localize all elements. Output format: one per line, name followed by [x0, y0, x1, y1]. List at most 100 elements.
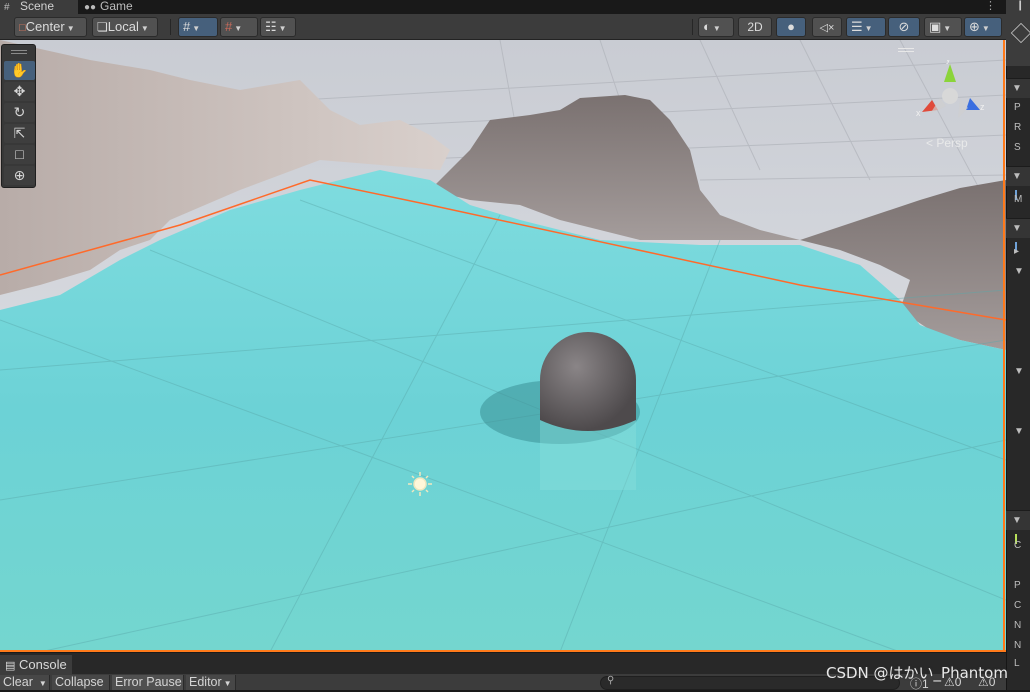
toolbar-divider	[692, 19, 693, 35]
gizmos-dropdown[interactable]: ⊕ ▼	[964, 17, 1002, 37]
scene-viewport[interactable]	[0, 40, 1006, 652]
scene-visibility-toggle[interactable]: ⊘	[888, 17, 920, 37]
inspector-field-label: P	[1014, 102, 1021, 113]
transform-icon: ⊕	[13, 167, 26, 183]
cube-icon: ❏	[97, 20, 108, 34]
rotate-tool-button[interactable]: ↻	[4, 103, 35, 122]
transform-component-header[interactable]: ▼	[1006, 78, 1030, 98]
scene-grid-icon: #	[4, 2, 10, 13]
collapse-button[interactable]: Collapse	[52, 675, 110, 690]
lightbulb-icon: ●	[787, 19, 795, 34]
cube-icon	[1010, 22, 1030, 44]
rect-tool-button[interactable]: □	[4, 145, 35, 164]
inspector-foldout[interactable]: ▸	[1006, 246, 1030, 257]
rotate-icon: ↻	[13, 104, 26, 120]
shading-sphere-icon: ◐	[703, 19, 711, 34]
inspector-header: ❙	[1006, 0, 1030, 66]
palette-grip-icon[interactable]	[11, 50, 27, 54]
gizmo-drag-handle-icon[interactable]	[898, 48, 914, 52]
chevron-down-icon: ▼	[278, 24, 287, 33]
search-icon: ⚲	[607, 675, 615, 686]
tab-game[interactable]: ●● Game	[80, 0, 160, 14]
chevron-down-icon: ▼	[981, 24, 990, 33]
clear-button[interactable]: Clear ▼	[0, 675, 50, 690]
sphere-object	[540, 332, 636, 431]
scene-lighting-toggle[interactable]: ●	[776, 17, 806, 37]
camera-icon: ▣	[929, 19, 942, 34]
pivot-mode-dropdown[interactable]: □Center ▼	[14, 17, 87, 37]
editor-label: Editor	[189, 675, 222, 689]
pivot-rotation-label: Local	[107, 19, 139, 34]
gizmo-x-label: x	[916, 108, 921, 118]
chevron-down-icon: ▼	[66, 24, 75, 33]
tab-menu-button[interactable]: ⋮	[985, 0, 996, 14]
console-icon: ▤	[5, 660, 16, 672]
mesh-renderer-header[interactable]: ▼	[1006, 218, 1030, 252]
chevron-down-icon: ▼	[864, 24, 873, 33]
chevron-down-icon: ▼	[223, 679, 232, 688]
tab-console-label: Console	[19, 657, 67, 672]
chevron-down-icon: ▼	[140, 24, 149, 33]
info-icon: ❙	[1016, 0, 1025, 11]
grid-visibility-toggle[interactable]: # ▼	[220, 17, 258, 37]
move-arrows-icon: ✥	[13, 83, 26, 99]
ruler-icon: ☷	[265, 19, 277, 34]
watermark-text: CSDN @はかい_Phantom	[826, 664, 1008, 682]
editor-dropdown[interactable]: Editor ▼	[186, 675, 236, 690]
clear-label: Clear	[3, 675, 33, 689]
projection-toggle[interactable]: < Persp	[926, 136, 968, 150]
error-pause-button[interactable]: Error Pause	[112, 675, 184, 690]
inspector-field-label: S	[1014, 142, 1021, 153]
inspector-field-label: N	[1014, 640, 1022, 651]
hand-icon: ✋	[10, 62, 29, 78]
toolbar-divider	[170, 19, 171, 35]
gamepad-icon: ●●	[84, 2, 97, 13]
chevron-down-icon: ▼	[943, 24, 952, 33]
inspector-field-label: P	[1014, 580, 1021, 591]
pivot-center-icon: □	[19, 22, 26, 34]
gizmo-globe-icon: ⊕	[969, 19, 980, 34]
inspector-field-label: C	[1014, 600, 1022, 611]
gizmo-z-label: z	[980, 102, 985, 112]
chevron-down-icon: ▼	[712, 24, 721, 33]
increment-snap-toggle[interactable]: ☷ ▼	[260, 17, 296, 37]
scale-tool-button[interactable]: ⇱	[4, 124, 35, 143]
move-tool-button[interactable]: ✥	[4, 82, 35, 101]
material-header[interactable]: ▼	[1006, 510, 1030, 544]
inspector-field-label: M	[1014, 194, 1023, 205]
eye-hidden-icon: ⊘	[898, 19, 910, 34]
grid-snap-toggle[interactable]: # ▼	[178, 17, 218, 37]
inspector-field-label: R	[1014, 122, 1022, 133]
toggle-2d-button[interactable]: 2D	[738, 17, 772, 37]
rect-icon: □	[15, 146, 24, 162]
scale-icon: ⇱	[13, 125, 26, 141]
camera-settings-dropdown[interactable]: ▣ ▼	[924, 17, 962, 37]
tab-scene-label: Scene	[20, 0, 55, 13]
draw-mode-dropdown[interactable]: ◐ ▼	[698, 17, 734, 37]
inspector-field-label: N	[1014, 620, 1022, 631]
audio-toggle[interactable]: ◁×	[812, 17, 842, 37]
window-tab-strip: # Scene ●● Game ⋮	[0, 0, 1006, 14]
pivot-rotation-dropdown[interactable]: ❏Local ▼	[92, 17, 158, 37]
chevron-down-icon: ▼	[38, 679, 47, 688]
tab-game-label: Game	[100, 0, 133, 13]
tab-console[interactable]: ▤ Console	[0, 655, 72, 675]
inspector-field-label: L	[1014, 658, 1020, 669]
speaker-mute-icon: ◁×	[819, 22, 835, 34]
inspector-foldout[interactable]: ▼	[1006, 366, 1030, 377]
mesh-filter-header[interactable]: ▼	[1006, 166, 1030, 200]
hand-tool-button[interactable]: ✋	[4, 61, 35, 80]
pivot-mode-label: Center	[25, 19, 65, 34]
chevron-down-icon: ▼	[234, 24, 243, 33]
tools-palette: ✋ ✥ ↻ ⇱ □ ⊕	[1, 44, 36, 188]
tab-scene[interactable]: # Scene	[0, 0, 78, 14]
scene-toolbar: □Center ▼ ❏Local ▼ # ▼ # ▼ ☷ ▼ ◐ ▼ 2D ● ◁× ☰ ▼ …	[0, 14, 1006, 40]
inspector-foldout[interactable]: ▼	[1006, 266, 1030, 277]
inspector-foldout[interactable]: ▼	[1006, 426, 1030, 437]
effects-dropdown[interactable]: ☰ ▼	[846, 17, 886, 37]
effects-layers-icon: ☰	[851, 19, 863, 34]
chevron-down-icon: ▼	[192, 24, 201, 33]
grid-icon: #	[225, 19, 233, 34]
inspector-field-label: C	[1014, 540, 1022, 551]
transform-tool-button[interactable]: ⊕	[4, 166, 35, 185]
